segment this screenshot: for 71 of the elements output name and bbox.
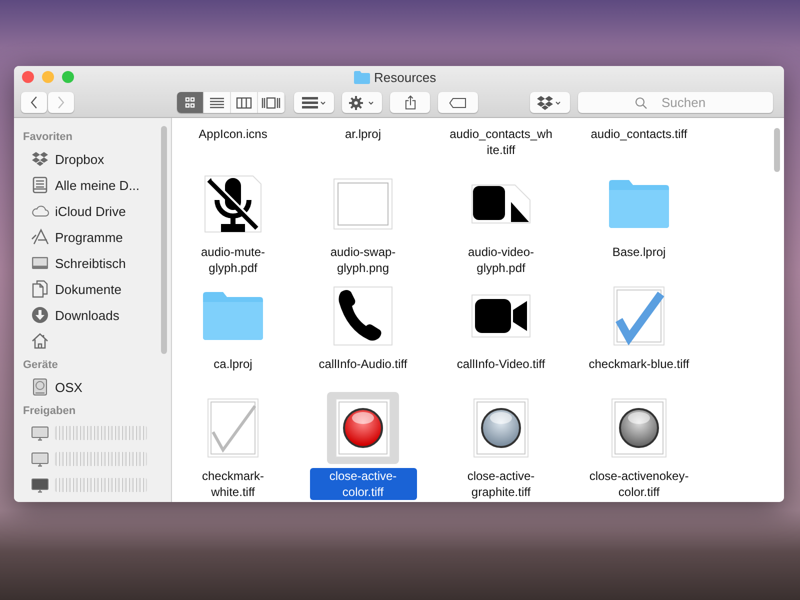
dropbox-menu-button[interactable] bbox=[530, 92, 570, 113]
phone-icon[interactable] bbox=[333, 286, 393, 346]
file-name[interactable]: close-active-graphite.tiff bbox=[448, 468, 554, 500]
file-name[interactable]: ar.lproj bbox=[342, 126, 384, 142]
file-name[interactable]: audio-video-glyph.pdf bbox=[448, 244, 554, 276]
columns-view-button[interactable] bbox=[231, 92, 258, 113]
folder-icon bbox=[354, 71, 370, 84]
search-field[interactable]: Suchen bbox=[578, 92, 773, 113]
file-name[interactable]: audio-mute-glyph.pdf bbox=[180, 244, 286, 276]
monitor-icon[interactable] bbox=[31, 424, 49, 442]
back-button[interactable] bbox=[21, 92, 47, 113]
scrollbar[interactable] bbox=[774, 128, 780, 172]
glossy-orb-icon[interactable] bbox=[473, 398, 529, 458]
share-button[interactable] bbox=[390, 92, 430, 113]
gear-icon bbox=[349, 96, 375, 110]
pencil-ruler-icon[interactable] bbox=[31, 228, 49, 246]
document-tray-icon[interactable] bbox=[31, 176, 49, 194]
file-name[interactable]: audio_contacts.tiff bbox=[588, 126, 690, 142]
muted-microphone-icon[interactable] bbox=[203, 174, 263, 234]
columns-icon bbox=[234, 96, 254, 110]
glossy-orb-icon[interactable] bbox=[335, 398, 391, 458]
coverflow-icon bbox=[261, 96, 281, 110]
file-name[interactable]: ca.lproj bbox=[212, 356, 254, 372]
tag-button[interactable] bbox=[438, 92, 478, 113]
file-name[interactable]: close-activenokey-color.tiff bbox=[586, 468, 692, 500]
file-name[interactable]: audio-swap-glyph.png bbox=[310, 244, 416, 276]
list-view-button[interactable] bbox=[204, 92, 231, 113]
download-icon[interactable] bbox=[31, 306, 49, 324]
dropbox-icon bbox=[537, 96, 563, 110]
file-name[interactable]: Base.lproj bbox=[610, 244, 668, 260]
sidebar-item-label[interactable]: iCloud Drive bbox=[55, 204, 126, 218]
glossy-orb-icon[interactable] bbox=[611, 398, 667, 458]
file-name[interactable]: close-active-color.tiff bbox=[310, 468, 416, 500]
sidebar-section-title: Geräte bbox=[23, 358, 59, 373]
file-name[interactable]: callInfo-Video.tiff bbox=[454, 356, 548, 372]
file-name[interactable]: checkmark-white.tiff bbox=[180, 468, 286, 500]
file-name[interactable]: audio_contacts_white.tiff bbox=[448, 126, 554, 158]
arrange-button[interactable] bbox=[294, 92, 334, 113]
list-icon bbox=[207, 96, 227, 110]
sidebar-item-label[interactable]: Programme bbox=[55, 230, 123, 244]
file-name[interactable]: AppIcon.icns bbox=[196, 126, 270, 142]
icons-view-button[interactable] bbox=[177, 92, 204, 113]
arrange-icon bbox=[302, 96, 326, 108]
sidebar-item-label[interactable]: Dokumente bbox=[55, 282, 122, 296]
dropbox-icon[interactable] bbox=[31, 150, 49, 168]
tag-icon bbox=[449, 98, 467, 108]
sidebar-item-label[interactable]: Schreibtisch bbox=[55, 256, 126, 270]
sidebar-item-label[interactable]: Downloads bbox=[55, 308, 120, 322]
desktop-icon[interactable] bbox=[31, 254, 49, 272]
scrollbar[interactable] bbox=[161, 126, 167, 354]
search-icon bbox=[635, 97, 647, 109]
sidebar-section-title: Favoriten bbox=[23, 130, 74, 145]
home-icon[interactable] bbox=[31, 332, 49, 350]
chevron-left-icon bbox=[30, 96, 38, 109]
sidebar-item-label[interactable]: Alle meine D... bbox=[55, 178, 140, 192]
sidebar-section-title: Freigaben bbox=[23, 404, 77, 419]
settings-button[interactable] bbox=[342, 92, 382, 113]
share-icon bbox=[404, 95, 416, 110]
coverflow-view-button[interactable] bbox=[258, 92, 285, 113]
checkmark-icon[interactable] bbox=[207, 398, 259, 458]
monitor-icon[interactable] bbox=[31, 450, 49, 468]
close-button[interactable] bbox=[22, 71, 34, 83]
file-name[interactable]: checkmark-blue.tiff bbox=[586, 356, 692, 372]
monitor-icon[interactable] bbox=[31, 476, 49, 494]
sidebar-item-label[interactable]: Dropbox bbox=[55, 152, 104, 166]
file-name[interactable]: callInfo-Audio.tiff bbox=[316, 356, 410, 372]
document-icon[interactable] bbox=[31, 280, 49, 298]
chevron-right-icon bbox=[57, 96, 65, 109]
window-title: Resources bbox=[374, 70, 436, 85]
checkmark-icon[interactable] bbox=[613, 286, 665, 346]
sidebar-item-label[interactable]: OSX bbox=[55, 380, 82, 394]
